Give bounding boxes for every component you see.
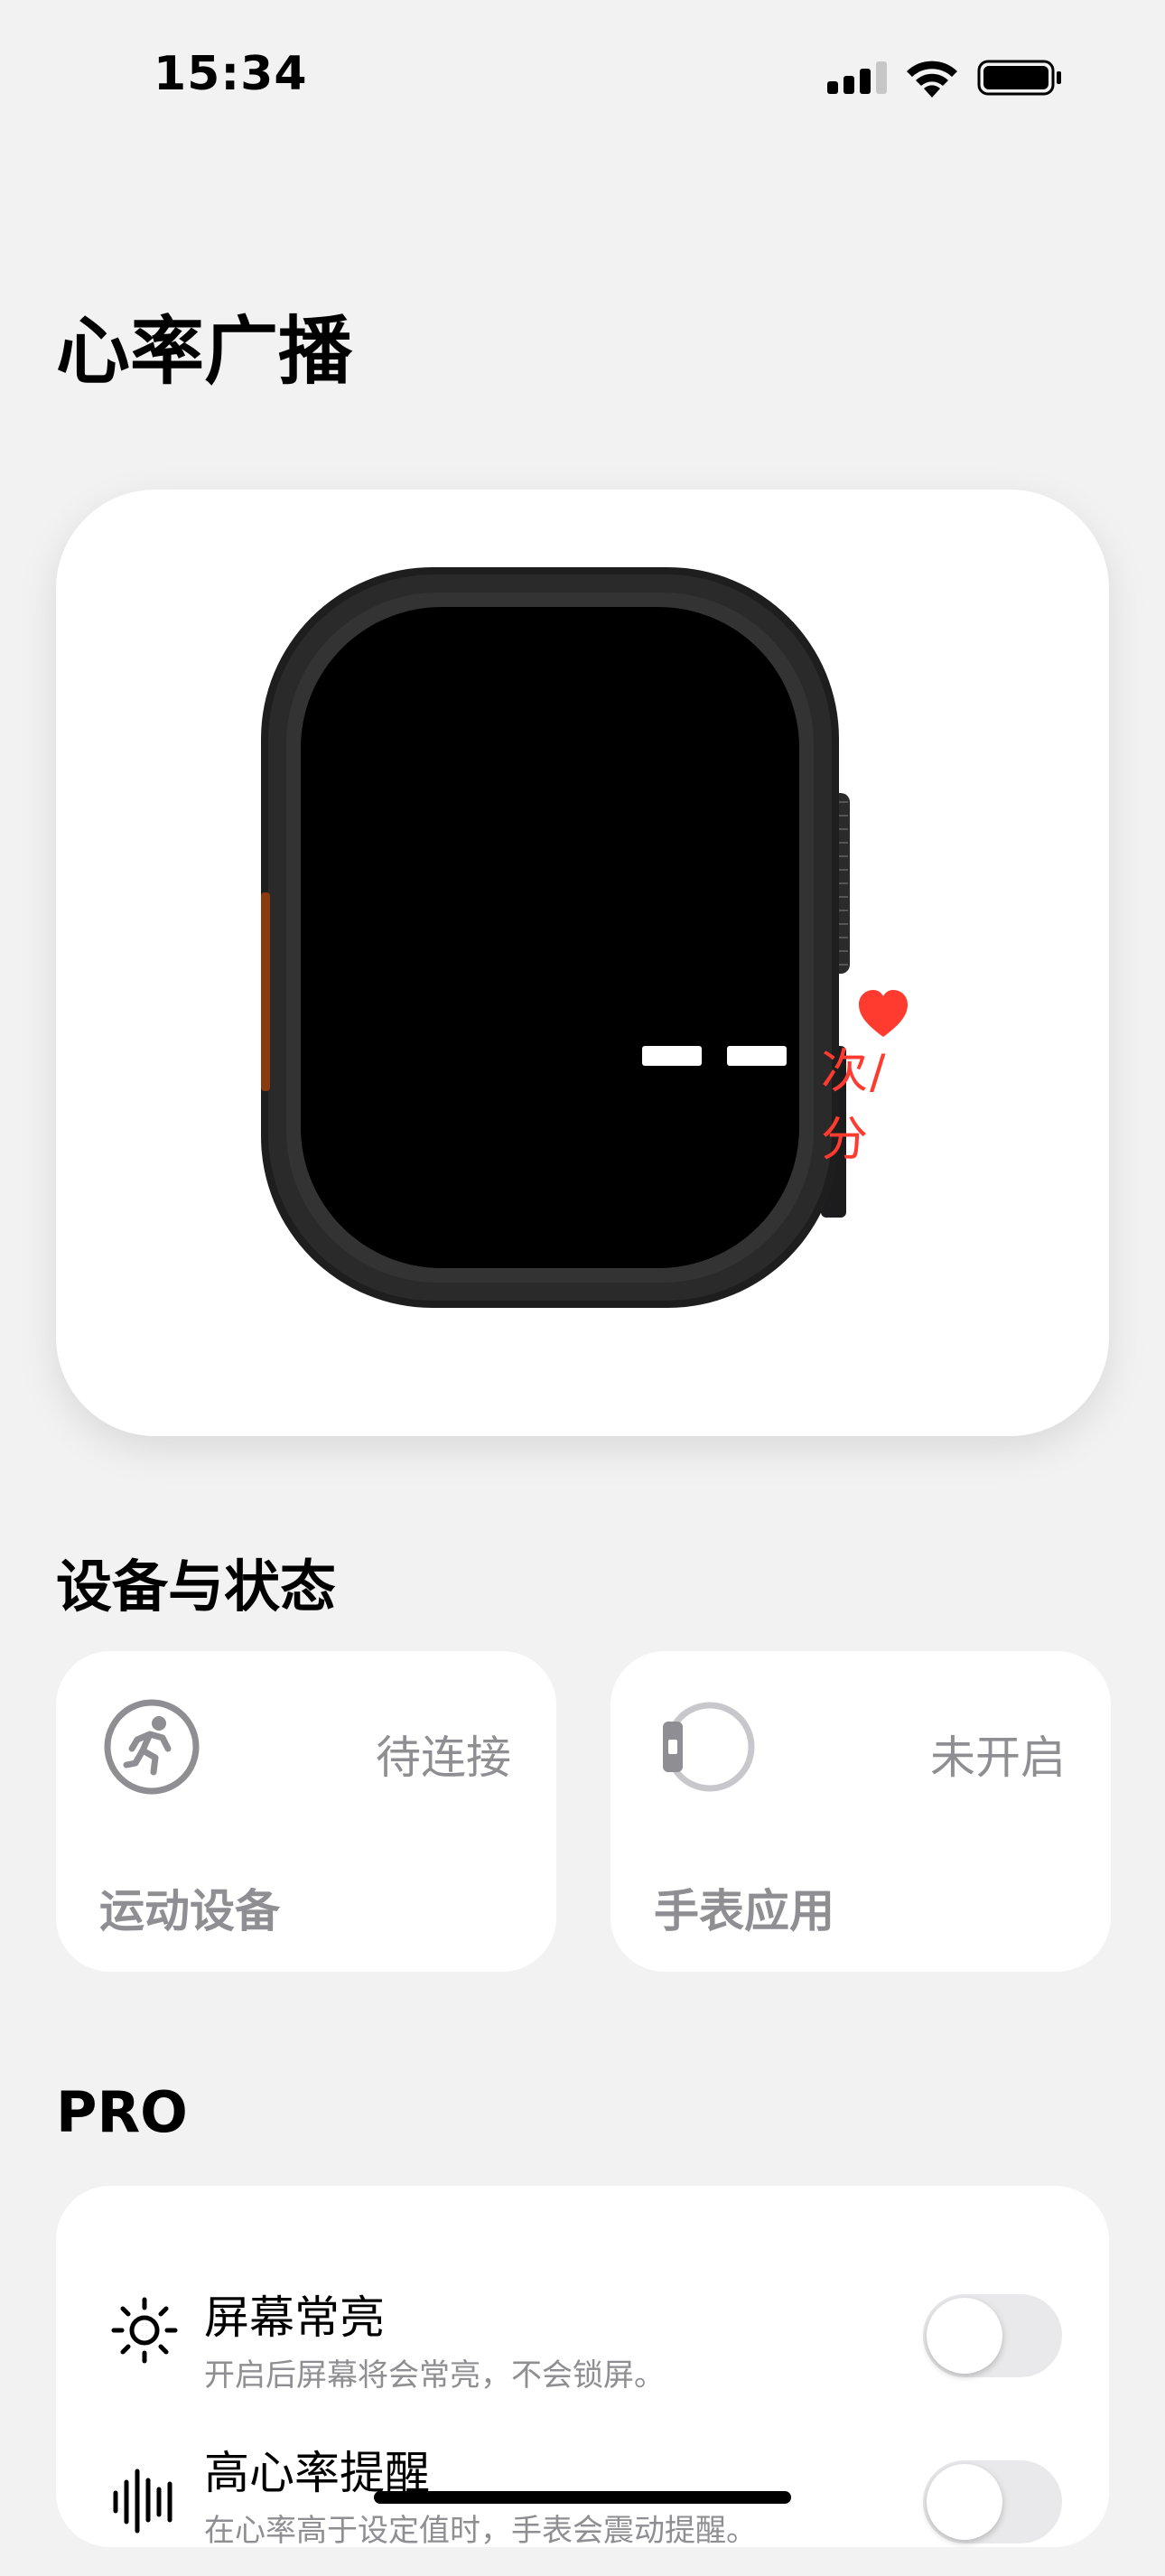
status-bar: 15:34 (0, 0, 1165, 154)
apple-watch-ultra-icon: 次/分 (261, 567, 908, 1308)
keep-screen-on-title: 屏幕常亮 (204, 2291, 385, 2344)
watch-app-status: 未开启 (930, 1731, 1066, 1784)
cellular-signal-icon (827, 61, 887, 94)
high-heart-rate-alert-row: 高心率提醒 在心率高于设定值时，手表会震动提醒。 (56, 2441, 1109, 2576)
devices-section-title: 设备与状态 (56, 1554, 337, 1619)
keep-screen-on-description: 开启后屏幕将会常亮，不会锁屏。 (204, 2357, 665, 2394)
heart-rate-value (642, 1046, 787, 1066)
status-time: 15:34 (154, 47, 308, 101)
wifi-icon (907, 61, 957, 98)
heart-rate-hero-card: 次/分 (56, 490, 1109, 1436)
heart-icon (859, 990, 908, 1037)
sport-device-label: 运动设备 (99, 1885, 280, 1937)
page-title: 心率广播 (56, 309, 353, 395)
high-heart-rate-alert-toggle[interactable] (923, 2460, 1062, 2543)
waveform-icon (113, 2469, 172, 2534)
keep-screen-on-row: 屏幕常亮 开启后屏幕将会常亮，不会锁屏。 (56, 2276, 1109, 2412)
sport-device-status: 待连接 (376, 1731, 511, 1784)
running-figure-icon (104, 1699, 200, 1795)
keep-screen-on-toggle[interactable] (923, 2294, 1062, 2377)
home-indicator (374, 2491, 791, 2504)
sport-device-card[interactable]: 待连接 运动设备 (56, 1651, 556, 1972)
watch-app-card[interactable]: 未开启 手表应用 (610, 1651, 1111, 1972)
pro-section-title: PRO (56, 2079, 188, 2145)
sun-icon (111, 2297, 178, 2364)
battery-icon (977, 60, 1061, 96)
watch-app-label: 手表应用 (654, 1885, 834, 1937)
watch-outline-icon (663, 1702, 755, 1792)
high-heart-rate-alert-description: 在心率高于设定值时，手表会震动提醒。 (204, 2513, 757, 2549)
heart-rate-unit: 次/分 (821, 1045, 888, 1167)
